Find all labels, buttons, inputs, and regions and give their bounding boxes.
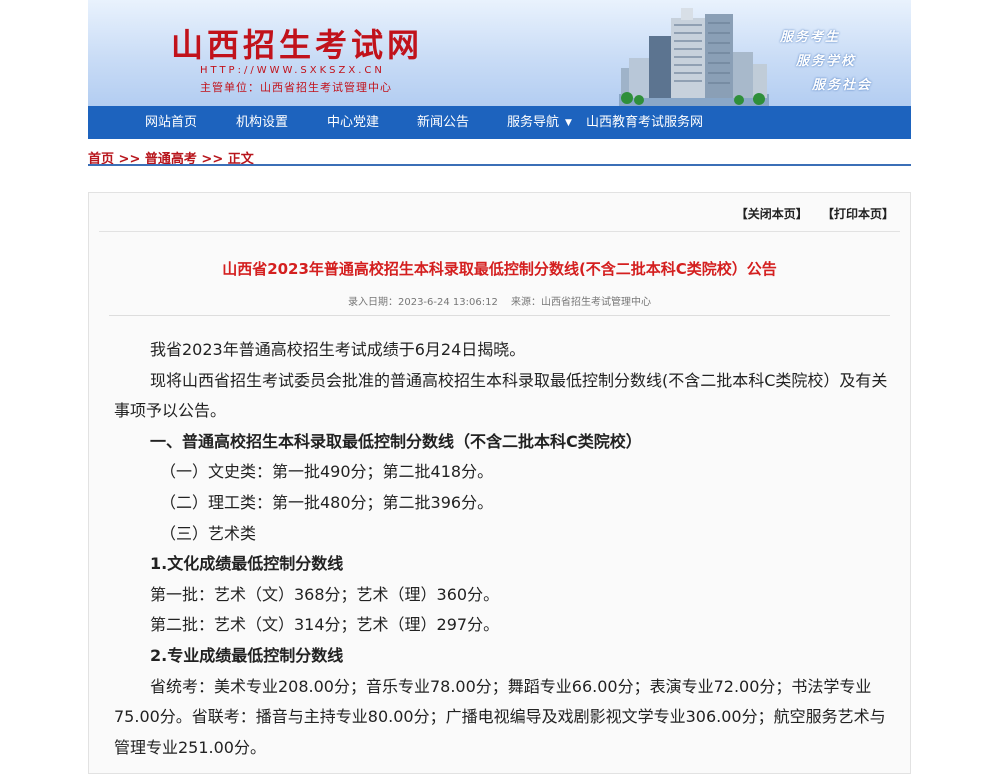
page-wrapper: 山西招生考试网 HTTP://WWW.SXKSZX.CN 主管单位：山西省招生考… <box>88 0 911 774</box>
paragraph: （一）文史类：第一批490分；第二批418分。 <box>160 462 494 482</box>
site-authority: 主管单位：山西省招生考试管理中心 <box>200 81 392 94</box>
slogan-schools: 服务学校 <box>796 54 857 69</box>
meta-divider <box>109 315 890 316</box>
nav-news[interactable]: 新闻公告 <box>417 106 469 139</box>
nav-service-guide-label: 服务导航 <box>507 115 560 130</box>
slogan-students: 服务考生 <box>780 30 841 45</box>
paragraph: 第二批：艺术（文）314分；艺术（理）297分。 <box>150 615 500 635</box>
building-photo <box>619 8 769 106</box>
nav-organization[interactable]: 机构设置 <box>236 106 288 139</box>
tools-divider <box>99 231 900 232</box>
section-heading: 一、普通高校招生本科录取最低控制分数线（不含二批本科C类院校） <box>150 431 642 451</box>
paragraph: 我省2023年普通高校招生考试成绩于6月24日揭晓。 <box>150 340 526 359</box>
paragraph: 省统考：美术专业208.00分；音乐专业78.00分；舞蹈专业66.00分；表演… <box>114 676 886 757</box>
article-source: 来源：山西省招生考试管理中心 <box>511 297 652 308</box>
subsection-heading: 1.文化成绩最低控制分数线 <box>150 554 344 574</box>
article-body: 我省2023年普通高校招生考试成绩于6月24日揭晓。 现将山西省招生考试委员会批… <box>114 335 894 763</box>
slogan-society: 服务社会 <box>812 78 873 93</box>
nav-exam-service-site[interactable]: 山西教育考试服务网 <box>586 106 703 139</box>
subsection-heading: 2.专业成绩最低控制分数线 <box>150 645 344 665</box>
nav-party-building[interactable]: 中心党建 <box>327 106 379 139</box>
paragraph: （二）理工类：第一批480分；第二批396分。 <box>160 492 494 512</box>
caret-down-icon: ▼ <box>565 118 572 128</box>
article-box: 【关闭本页】 【打印本页】 山西省2023年普通高校招生本科录取最低控制分数线(… <box>88 192 911 774</box>
breadcrumb-divider <box>88 164 911 166</box>
slogans: 服务考生 服务学校 服务社会 <box>760 26 905 98</box>
entry-date: 录入日期：2023-6-24 13:06:12 <box>347 297 498 308</box>
article-meta: 录入日期：2023-6-24 13:06:12 来源：山西省招生考试管理中心 <box>89 293 910 308</box>
article-title: 山西省2023年普通高校招生本科录取最低控制分数线(不含二批本科C类院校）公告 <box>222 260 777 278</box>
paragraph: 第一批：艺术（文）368分；艺术（理）360分。 <box>150 584 500 604</box>
site-banner: 山西招生考试网 HTTP://WWW.SXKSZX.CN 主管单位：山西省招生考… <box>88 0 911 106</box>
page-tools: 【关闭本页】 【打印本页】 <box>726 205 894 222</box>
site-url: HTTP://WWW.SXKSZX.CN <box>200 65 385 76</box>
nav-home[interactable]: 网站首页 <box>145 106 197 139</box>
site-title: 山西招生考试网 <box>171 26 424 64</box>
paragraph: （三）艺术类 <box>160 523 257 543</box>
paragraph: 现将山西省招生考试委员会批准的普通高校招生本科录取最低控制分数线(不含二批本科C… <box>114 370 888 421</box>
nav-service-guide[interactable]: 服务导航 ▼ <box>507 106 572 140</box>
print-page-button[interactable]: 【打印本页】 <box>822 207 894 221</box>
main-nav: 网站首页 机构设置 中心党建 新闻公告 服务导航 ▼ 山西教育考试服务网 <box>88 106 911 139</box>
close-page-button[interactable]: 【关闭本页】 <box>736 207 808 221</box>
